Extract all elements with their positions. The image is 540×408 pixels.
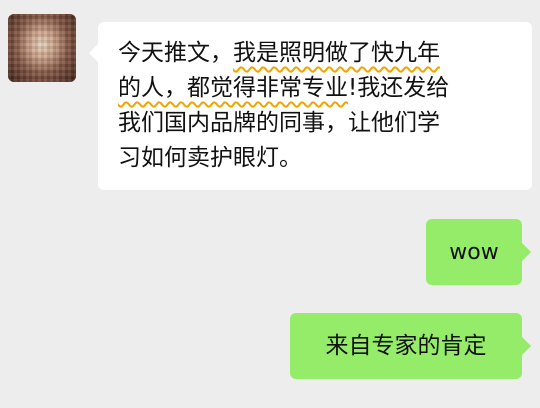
- outgoing-message-bubble[interactable]: 来自专家的肯定: [290, 313, 531, 379]
- message-text: 来自专家的肯定: [325, 332, 487, 359]
- message-line-3: 我们国内品牌的同事，让他们学: [118, 106, 518, 141]
- message-text: 习如何卖护眼灯。: [118, 145, 302, 171]
- message-text: 今天推文，: [118, 40, 233, 66]
- underlined-text: 我是照明做了快九年: [233, 40, 440, 66]
- message-line-4: 习如何卖护眼灯。: [118, 141, 518, 176]
- message-text: !我还发给: [348, 75, 450, 101]
- outgoing-message-bubble[interactable]: wow: [426, 219, 531, 285]
- sender-avatar-icon[interactable]: [8, 14, 76, 82]
- message-line-1: 今天推文，我是照明做了快九年: [118, 36, 518, 71]
- incoming-message-bubble[interactable]: 今天推文，我是照明做了快九年 的人，都觉得非常专业!我还发给 我们国内品牌的同事…: [89, 22, 532, 190]
- message-text: wow: [449, 239, 499, 265]
- underlined-text: 的人，都觉得非常专业: [118, 75, 348, 101]
- message-text: 我们国内品牌的同事，让他们学: [118, 110, 440, 136]
- message-line-2: 的人，都觉得非常专业!我还发给: [118, 71, 518, 106]
